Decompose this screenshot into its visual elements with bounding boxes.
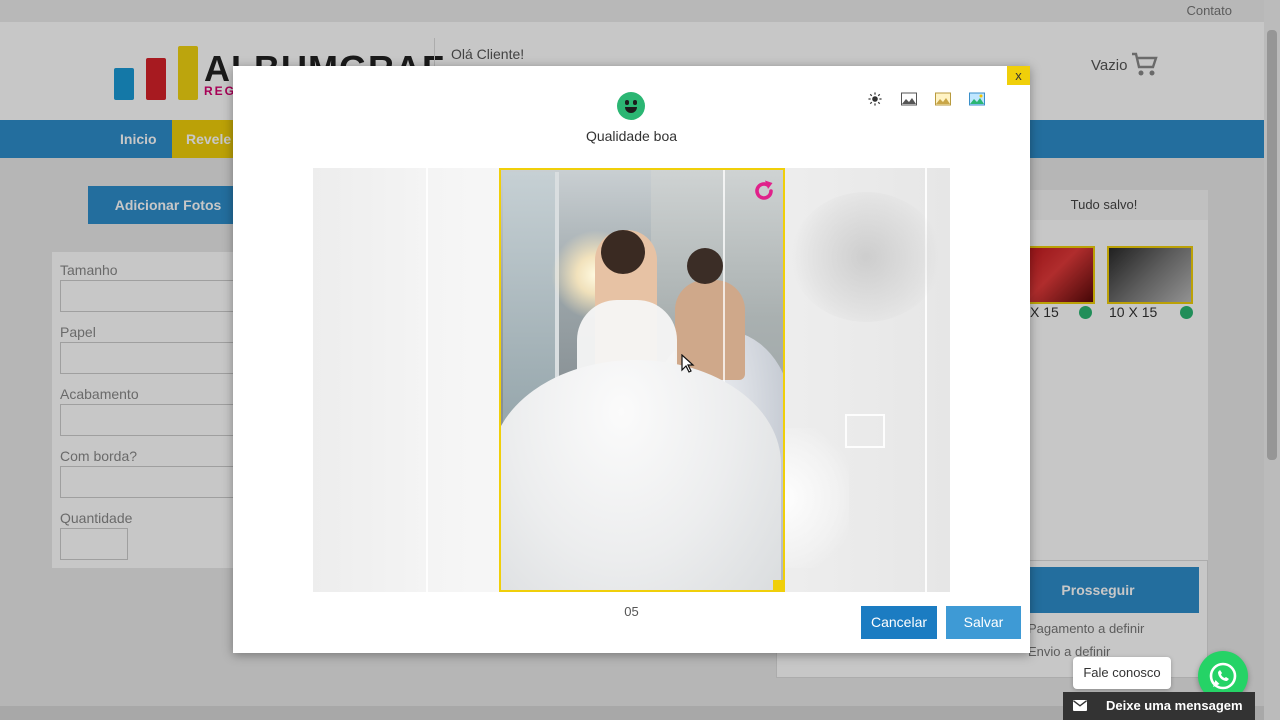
save-button[interactable]: Salvar — [946, 606, 1021, 639]
smiley-eye — [625, 100, 629, 105]
crop-area[interactable] — [499, 168, 785, 592]
cancel-button[interactable]: Cancelar — [861, 606, 937, 639]
leave-message-bar[interactable]: Deixe uma mensagem — [1063, 692, 1255, 720]
image-icon[interactable] — [901, 92, 917, 106]
chat-tooltip[interactable]: Fale conosco — [1073, 657, 1171, 689]
image-tools — [867, 92, 985, 106]
smiley-eye — [633, 100, 637, 105]
photo-dress-skirt — [501, 360, 781, 590]
photo-stage — [313, 168, 950, 592]
close-button[interactable]: x — [1007, 66, 1030, 85]
leave-message-label: Deixe uma mensagem — [1106, 698, 1243, 713]
brightness-icon[interactable] — [867, 92, 883, 106]
ghost-window — [845, 414, 885, 448]
image-sepia-icon[interactable] — [935, 92, 951, 106]
quality-label: Qualidade boa — [585, 128, 678, 144]
crop-resize-handle[interactable] — [773, 580, 785, 592]
smiley-icon — [617, 92, 645, 120]
ghost-tree — [791, 192, 941, 322]
rotate-icon[interactable] — [751, 178, 777, 204]
image-color-icon[interactable] — [969, 92, 985, 106]
ghost-line — [426, 168, 428, 592]
photo-bride-hair — [601, 230, 645, 274]
envelope-icon — [1073, 700, 1087, 711]
photo-editor-modal: x Qualidade boa 05 Cancelar Salvar — [233, 66, 1030, 653]
smiley-mouth — [625, 107, 637, 113]
photo-reflection-body — [675, 280, 745, 380]
photo-reflection-head — [687, 248, 723, 284]
